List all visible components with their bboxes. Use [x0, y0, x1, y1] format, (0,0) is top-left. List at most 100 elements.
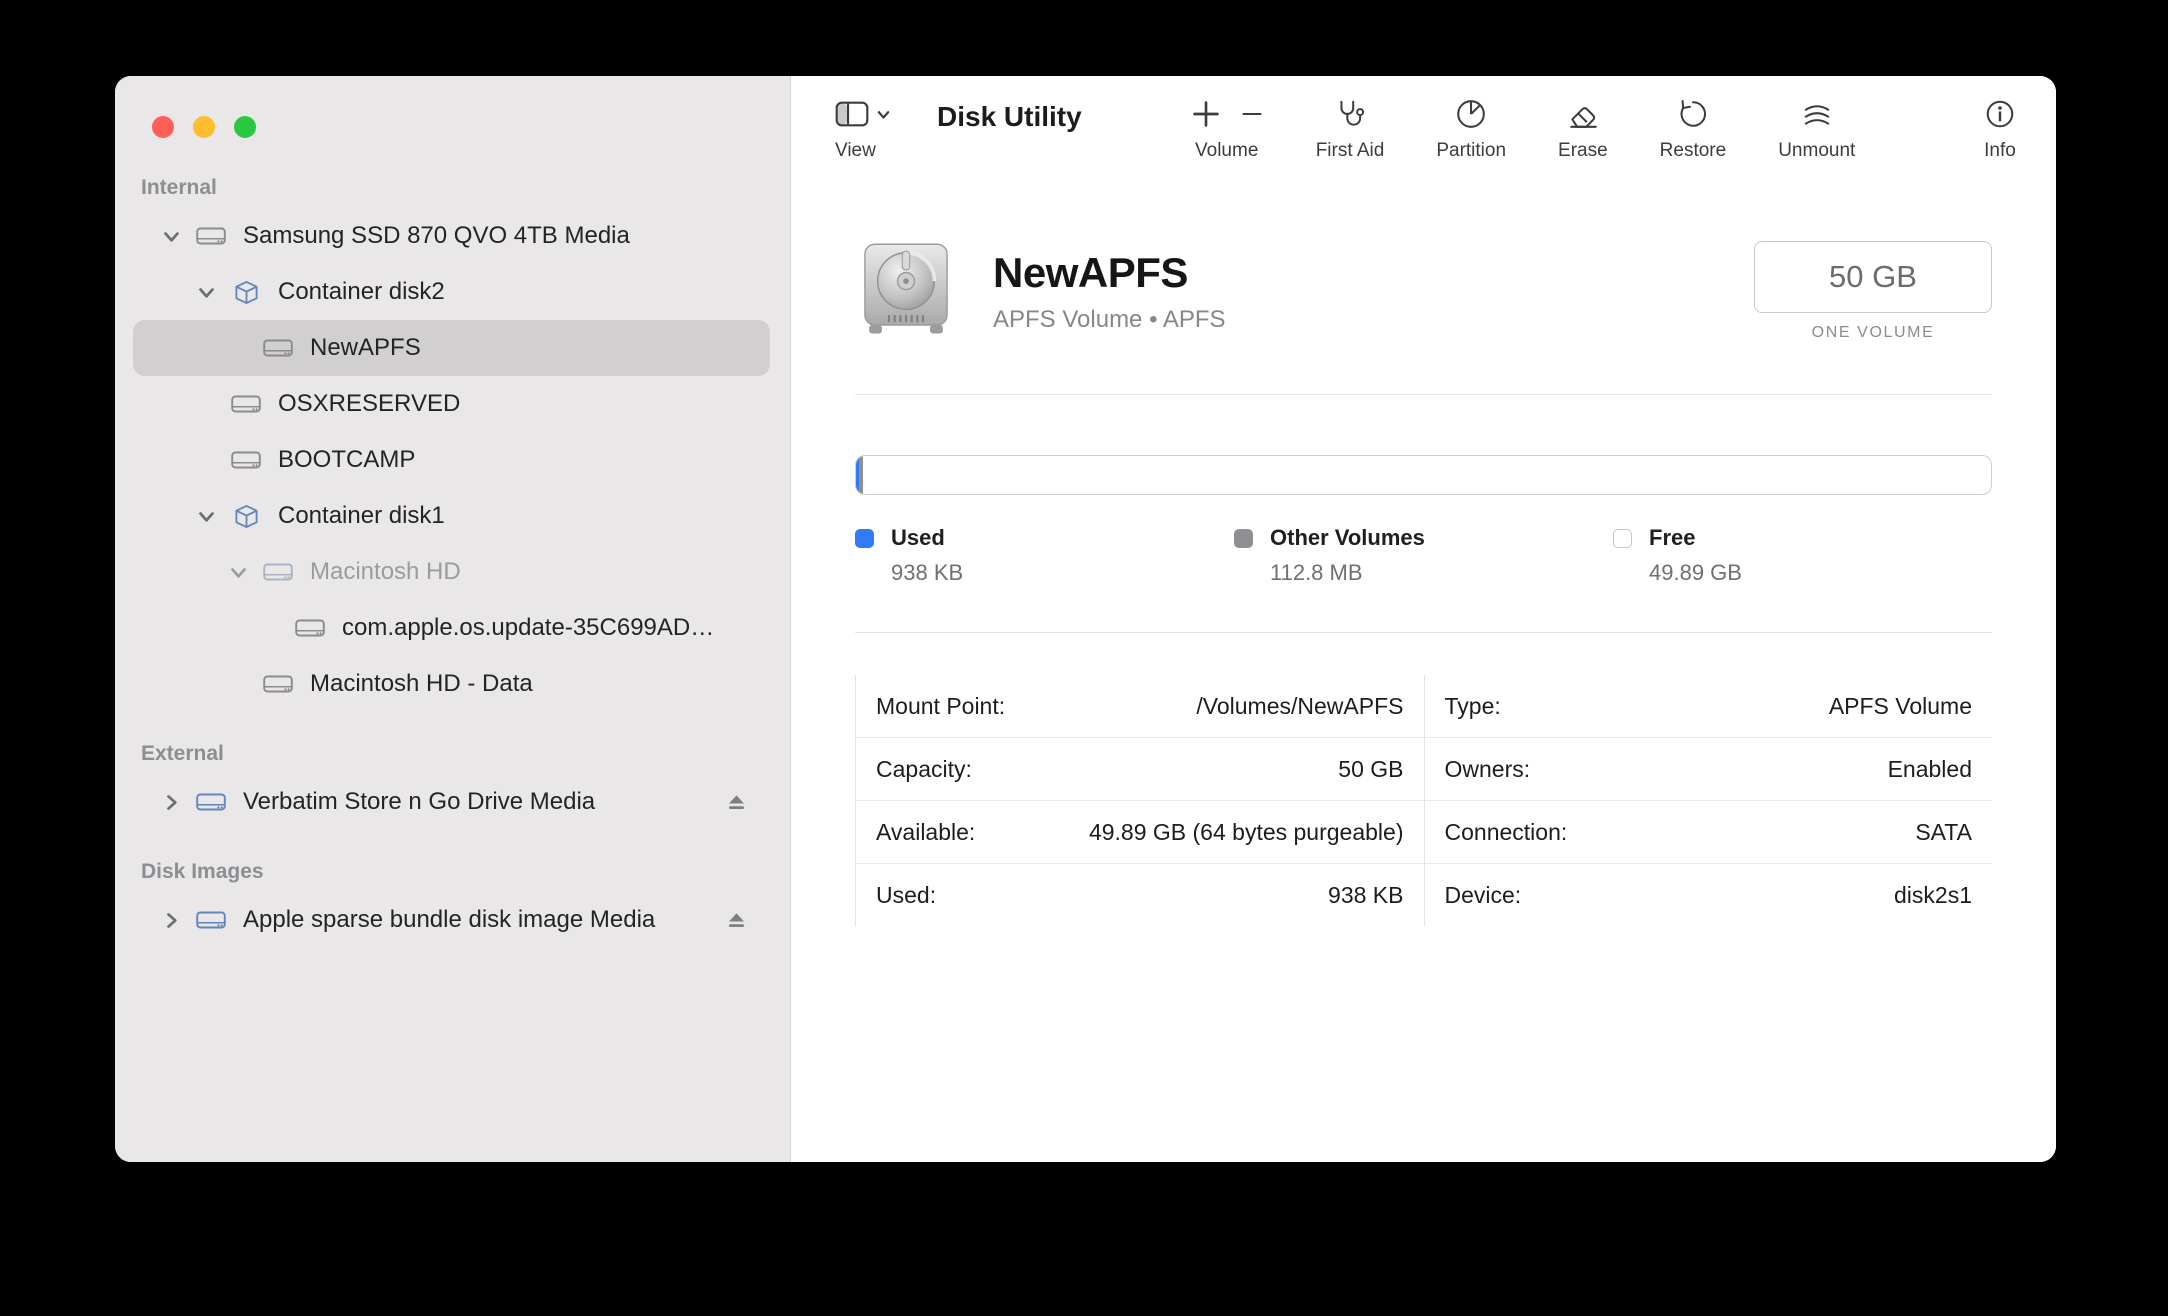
- details-right-column: Type: APFS Volume Owners: Enabled Connec…: [1423, 675, 1992, 926]
- first-aid-icon: [1334, 98, 1366, 130]
- volume-icon: [259, 337, 297, 359]
- detail-label: Capacity:: [876, 755, 972, 782]
- detail-row-owners: Owners: Enabled: [1424, 738, 1992, 801]
- sidebar-item-label: Container disk1: [278, 502, 445, 529]
- sidebar-item-verbatim-drive[interactable]: Verbatim Store n Go Drive Media: [133, 774, 770, 830]
- disk-image-icon: [192, 909, 230, 931]
- sidebar-item-label: OSXRESERVED: [278, 390, 461, 417]
- legend-value: 938 KB: [891, 560, 964, 585]
- volume-icon: [227, 393, 265, 415]
- detail-value: SATA: [1915, 818, 1972, 845]
- usage-bar-other-segment: [859, 456, 863, 494]
- detail-row-connection: Connection: SATA: [1424, 801, 1992, 864]
- detail-value: 49.89 GB (64 bytes purgeable): [1088, 818, 1404, 845]
- detail-value: Enabled: [1887, 755, 1972, 782]
- volume-count-caption: ONE VOLUME: [1811, 323, 1935, 341]
- details-left-column: Mount Point: /Volumes/NewAPFS Capacity: …: [855, 675, 1424, 926]
- eject-button[interactable]: [725, 910, 770, 931]
- view-button-label: View: [835, 140, 876, 161]
- sidebar-item-label: com.apple.os.update-35C699AD…: [342, 614, 715, 641]
- erase-button[interactable]: Erase: [1558, 92, 1608, 162]
- legend-item-free: Free 49.89 GB: [1613, 525, 1992, 586]
- sidebar-item-label: BOOTCAMP: [278, 446, 416, 473]
- volume-subtitle: APFS Volume • APFS: [993, 305, 1226, 333]
- detail-label: Mount Point:: [876, 692, 1006, 719]
- eject-button[interactable]: [725, 792, 770, 813]
- close-window-button[interactable]: [152, 116, 174, 138]
- sidebar-item-label: Verbatim Store n Go Drive Media: [243, 788, 596, 815]
- restore-icon: [1677, 98, 1709, 130]
- legend-value: 49.89 GB: [1649, 560, 1742, 585]
- device-tree: Internal Samsung SSD 870 QVO 4TB Media C…: [115, 76, 790, 948]
- sidebar-section-header-external: External: [141, 742, 224, 765]
- window-controls: [152, 116, 256, 138]
- minimize-window-button[interactable]: [193, 116, 215, 138]
- toolbar-button-label: Info: [1984, 140, 2016, 161]
- volume-name: NewAPFS: [993, 248, 1188, 296]
- divider: [855, 394, 1992, 395]
- sidebar-item-macintosh-hd-data[interactable]: Macintosh HD - Data: [133, 656, 770, 712]
- legend-item-other-volumes: Other Volumes 112.8 MB: [1234, 525, 1613, 586]
- detail-value: /Volumes/NewAPFS: [1196, 692, 1404, 719]
- free-swatch: [1613, 528, 1632, 548]
- restore-button[interactable]: Restore: [1659, 92, 1727, 162]
- chevron-down-icon[interactable]: [185, 283, 227, 302]
- partition-button[interactable]: Partition: [1436, 92, 1506, 162]
- toolbar-button-label: Erase: [1558, 140, 1608, 161]
- detail-label: Owners:: [1444, 755, 1531, 782]
- detail-row-capacity: Capacity: 50 GB: [856, 738, 1424, 801]
- sidebar-item-bootcamp[interactable]: BOOTCAMP: [133, 432, 770, 488]
- partition-icon: [1455, 98, 1487, 130]
- sidebar-item-container-disk2[interactable]: Container disk2: [133, 264, 770, 320]
- chevron-down-icon: [876, 107, 891, 122]
- toolbar-button-label: Restore: [1659, 140, 1727, 161]
- sidebar: Internal Samsung SSD 870 QVO 4TB Media C…: [115, 76, 791, 1162]
- sidebar-item-macintosh-hd[interactable]: Macintosh HD: [133, 544, 770, 600]
- sidebar-item-apple-sparse-bundle[interactable]: Apple sparse bundle disk image Media: [133, 892, 770, 948]
- zoom-window-button[interactable]: [234, 116, 256, 138]
- sidebar-item-container-disk1[interactable]: Container disk1: [133, 488, 770, 544]
- info-button[interactable]: Info: [1984, 92, 2016, 162]
- volume-button[interactable]: Volume: [1190, 92, 1264, 162]
- detail-value: disk2s1: [1894, 881, 1972, 908]
- volume-icon: [259, 673, 297, 695]
- detail-row-mount-point: Mount Point: /Volumes/NewAPFS: [856, 675, 1424, 738]
- usage-bar: [855, 455, 1992, 495]
- volume-size-value: 50 GB: [1754, 240, 1992, 313]
- info-icon: [1984, 98, 2016, 130]
- detail-row-used: Used: 938 KB: [856, 864, 1424, 926]
- toolbar-button-label: First Aid: [1315, 140, 1385, 161]
- chevron-right-icon[interactable]: [150, 911, 192, 930]
- detail-value: APFS Volume: [1828, 692, 1972, 719]
- chevron-down-icon[interactable]: [217, 563, 259, 582]
- sidebar-item-com-apple-os-update[interactable]: com.apple.os.update-35C699AD…: [133, 600, 770, 656]
- sidebar-item-newapfs[interactable]: NewAPFS: [133, 320, 770, 376]
- external-drive-icon: [192, 791, 230, 813]
- first-aid-button[interactable]: First Aid: [1315, 92, 1385, 162]
- chevron-down-icon[interactable]: [150, 227, 192, 246]
- disk-utility-window: Internal Samsung SSD 870 QVO 4TB Media C…: [115, 76, 2056, 1162]
- add-volume-icon[interactable]: [1190, 98, 1222, 130]
- legend-label: Used: [891, 525, 945, 550]
- volume-icon: [259, 561, 297, 583]
- legend-label: Other Volumes: [1270, 525, 1425, 550]
- toolbar: View Disk Utility Volume First Aid Parti…: [791, 76, 2056, 200]
- legend-item-used: Used 938 KB: [855, 525, 1234, 586]
- detail-label: Device:: [1444, 881, 1522, 908]
- legend-label: Free: [1649, 525, 1696, 550]
- unmount-button[interactable]: Unmount: [1778, 92, 1855, 162]
- view-button[interactable]: View: [835, 92, 891, 162]
- sidebar-item-label: NewAPFS: [310, 334, 421, 361]
- sidebar-item-osxreserved[interactable]: OSXRESERVED: [133, 376, 770, 432]
- remove-volume-icon[interactable]: [1240, 102, 1264, 126]
- chevron-down-icon[interactable]: [185, 507, 227, 526]
- detail-label: Used:: [876, 881, 937, 908]
- sidebar-item-label: Macintosh HD: [310, 558, 461, 585]
- detail-value: 50 GB: [1338, 755, 1404, 782]
- erase-icon: [1567, 98, 1599, 130]
- detail-label: Available:: [876, 818, 976, 845]
- sidebar-toggle-icon: [835, 100, 869, 128]
- sidebar-item-samsung-ssd[interactable]: Samsung SSD 870 QVO 4TB Media: [133, 208, 770, 264]
- detail-row-available: Available: 49.89 GB (64 bytes purgeable): [856, 801, 1424, 864]
- chevron-right-icon[interactable]: [150, 793, 192, 812]
